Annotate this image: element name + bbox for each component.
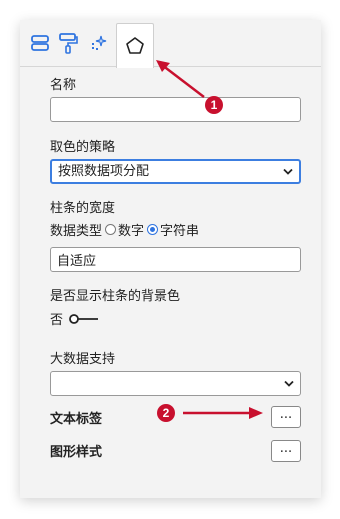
show-bg-toggle-row: 否 — [50, 309, 100, 328]
toggle-switch[interactable] — [68, 313, 100, 325]
tab-effects[interactable] — [83, 26, 115, 60]
big-data-select[interactable] — [50, 371, 301, 396]
annotation-badge-1: 1 — [205, 96, 223, 114]
show-bg-value: 否 — [50, 313, 64, 328]
radio-string[interactable] — [147, 224, 159, 235]
show-bg-label: 是否显示柱条的背景色 — [50, 289, 181, 304]
radio-string-label: 字符串 — [160, 224, 200, 239]
bar-width-label: 柱条的宽度 — [50, 201, 116, 216]
color-strategy-label: 取色的策略 — [50, 140, 116, 155]
bar-width-input[interactable] — [50, 247, 301, 272]
name-label: 名称 — [50, 78, 77, 93]
paint-roller-icon — [59, 33, 78, 54]
big-data-label: 大数据支持 — [50, 352, 116, 367]
shape-style-more-button[interactable]: ... — [271, 440, 301, 462]
radio-number[interactable] — [105, 224, 117, 235]
text-label-more-button[interactable]: ... — [271, 406, 301, 428]
annotation-arrow-2 — [183, 407, 263, 419]
chevron-down-icon — [284, 380, 294, 387]
annotation-badge-2: 2 — [157, 404, 175, 422]
annotation-arrow-1 — [156, 60, 205, 98]
layout-rows-icon — [31, 35, 49, 51]
chevron-down-icon — [283, 168, 293, 175]
pentagon-icon — [126, 37, 144, 54]
radio-number-label: 数字 — [118, 224, 145, 239]
tab-style[interactable] — [52, 26, 84, 60]
data-type-row: 数据类型 数字 字符串 — [50, 220, 199, 239]
color-strategy-select[interactable]: 按照数据项分配 — [50, 159, 301, 184]
shape-style-label: 图形样式 — [50, 445, 103, 460]
sparkles-icon — [92, 35, 107, 50]
text-label-label: 文本标签 — [50, 412, 103, 427]
tab-series[interactable] — [116, 23, 154, 68]
color-strategy-value: 按照数据项分配 — [58, 164, 150, 179]
data-type-label: 数据类型 — [50, 224, 103, 239]
